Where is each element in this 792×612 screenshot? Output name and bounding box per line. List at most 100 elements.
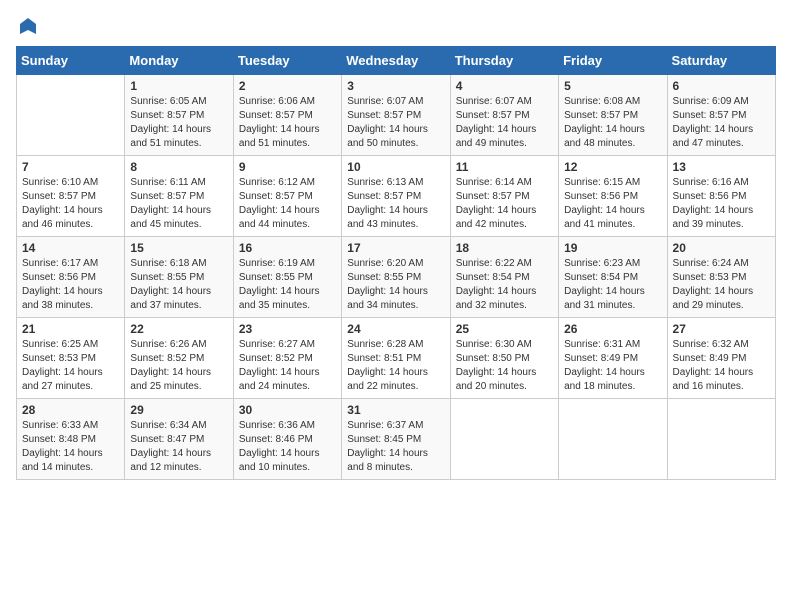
day-number: 27 [673,322,770,336]
day-number: 23 [239,322,336,336]
calendar-cell: 11 Sunrise: 6:14 AMSunset: 8:57 PMDayligh… [450,156,558,237]
calendar-cell: 22 Sunrise: 6:26 AMSunset: 8:52 PMDayligh… [125,318,233,399]
calendar-cell: 20Sunrise: 6:24 AMSunset: 8:53 PMDayligh… [667,237,775,318]
day-detail: Sunrise: 6:11 AMSunset: 8:57 PMDaylight:… [130,176,227,232]
day-detail: Sunrise: 6:27 AMSunset: 8:52 PMDaylight:… [239,338,336,394]
calendar-cell: 27 Sunrise: 6:32 AMSunset: 8:49 PMDayligh… [667,318,775,399]
days-of-week-row: SundayMondayTuesdayWednesdayThursdayFrid… [17,47,776,75]
calendar-cell: 4Sunrise: 6:07 AMSunset: 8:57 PMDaylight… [450,75,558,156]
day-number: 20 [673,241,770,255]
day-number: 29 [130,403,227,417]
day-number: 24 [347,322,444,336]
calendar-cell: 15 Sunrise: 6:18 AMSunset: 8:55 PMDayligh… [125,237,233,318]
day-detail: Sunrise: 6:30 AMSunset: 8:50 PMDaylight:… [456,338,553,394]
day-number: 30 [239,403,336,417]
day-number: 12 [564,160,661,174]
calendar-cell: 3Sunrise: 6:07 AMSunset: 8:57 PMDaylight… [342,75,450,156]
day-detail: Sunrise: 6:36 AMSunset: 8:46 PMDaylight:… [239,419,336,475]
day-number: 9 [239,160,336,174]
calendar-header: SundayMondayTuesdayWednesdayThursdayFrid… [17,47,776,75]
calendar-cell: 6 Sunrise: 6:09 AMSunset: 8:57 PMDaylight… [667,75,775,156]
calendar-table: SundayMondayTuesdayWednesdayThursdayFrid… [16,46,776,480]
calendar-week-2: 7 Sunrise: 6:10 AMSunset: 8:57 PMDaylight… [17,156,776,237]
calendar-cell: 21 Sunrise: 6:25 AMSunset: 8:53 PMDayligh… [17,318,125,399]
calendar-cell: 19Sunrise: 6:23 AMSunset: 8:54 PMDayligh… [559,237,667,318]
day-number: 8 [130,160,227,174]
logo-icon [18,16,38,36]
calendar-week-4: 21 Sunrise: 6:25 AMSunset: 8:53 PMDayligh… [17,318,776,399]
logo [16,16,38,36]
day-detail: Sunrise: 6:15 AMSunset: 8:56 PMDaylight:… [564,176,661,232]
day-detail: Sunrise: 6:10 AMSunset: 8:57 PMDaylight:… [22,176,119,232]
calendar-cell [559,399,667,480]
day-number: 3 [347,79,444,93]
calendar-cell: 1Sunrise: 6:05 AMSunset: 8:57 PMDaylight… [125,75,233,156]
day-number: 28 [22,403,119,417]
day-of-week-friday: Friday [559,47,667,75]
calendar-cell: 26 Sunrise: 6:31 AMSunset: 8:49 PMDayligh… [559,318,667,399]
day-number: 7 [22,160,119,174]
page-header [16,16,776,36]
calendar-cell: 23 Sunrise: 6:27 AMSunset: 8:52 PMDayligh… [233,318,341,399]
day-detail: Sunrise: 6:37 AMSunset: 8:45 PMDaylight:… [347,419,444,475]
day-detail: Sunrise: 6:16 AMSunset: 8:56 PMDaylight:… [673,176,770,232]
calendar-body: 1Sunrise: 6:05 AMSunset: 8:57 PMDaylight… [17,75,776,480]
day-detail: Sunrise: 6:32 AMSunset: 8:49 PMDaylight:… [673,338,770,394]
calendar-cell: 10Sunrise: 6:13 AMSunset: 8:57 PMDayligh… [342,156,450,237]
day-detail: Sunrise: 6:06 AMSunset: 8:57 PMDaylight:… [239,95,336,151]
calendar-cell: 24 Sunrise: 6:28 AMSunset: 8:51 PMDayligh… [342,318,450,399]
day-number: 21 [22,322,119,336]
day-detail: Sunrise: 6:18 AMSunset: 8:55 PMDaylight:… [130,257,227,313]
calendar-cell: 9 Sunrise: 6:12 AMSunset: 8:57 PMDaylight… [233,156,341,237]
day-detail: Sunrise: 6:14 AMSunset: 8:57 PMDaylight:… [456,176,553,232]
calendar-week-1: 1Sunrise: 6:05 AMSunset: 8:57 PMDaylight… [17,75,776,156]
day-detail: Sunrise: 6:33 AMSunset: 8:48 PMDaylight:… [22,419,119,475]
calendar-cell: 14 Sunrise: 6:17 AMSunset: 8:56 PMDayligh… [17,237,125,318]
day-number: 16 [239,241,336,255]
day-number: 14 [22,241,119,255]
day-of-week-monday: Monday [125,47,233,75]
day-number: 17 [347,241,444,255]
day-detail: Sunrise: 6:20 AMSunset: 8:55 PMDaylight:… [347,257,444,313]
day-number: 22 [130,322,227,336]
day-detail: Sunrise: 6:26 AMSunset: 8:52 PMDaylight:… [130,338,227,394]
day-detail: Sunrise: 6:25 AMSunset: 8:53 PMDaylight:… [22,338,119,394]
day-number: 26 [564,322,661,336]
calendar-cell: 13 Sunrise: 6:16 AMSunset: 8:56 PMDayligh… [667,156,775,237]
day-detail: Sunrise: 6:22 AMSunset: 8:54 PMDaylight:… [456,257,553,313]
day-number: 4 [456,79,553,93]
day-number: 25 [456,322,553,336]
calendar-week-5: 28 Sunrise: 6:33 AMSunset: 8:48 PMDayligh… [17,399,776,480]
day-detail: Sunrise: 6:31 AMSunset: 8:49 PMDaylight:… [564,338,661,394]
calendar-cell [17,75,125,156]
day-of-week-wednesday: Wednesday [342,47,450,75]
day-of-week-thursday: Thursday [450,47,558,75]
calendar-cell: 7 Sunrise: 6:10 AMSunset: 8:57 PMDaylight… [17,156,125,237]
calendar-cell: 25 Sunrise: 6:30 AMSunset: 8:50 PMDayligh… [450,318,558,399]
calendar-cell: 12 Sunrise: 6:15 AMSunset: 8:56 PMDayligh… [559,156,667,237]
calendar-cell: 30 Sunrise: 6:36 AMSunset: 8:46 PMDayligh… [233,399,341,480]
day-detail: Sunrise: 6:09 AMSunset: 8:57 PMDaylight:… [673,95,770,151]
day-number: 13 [673,160,770,174]
calendar-cell: 18Sunrise: 6:22 AMSunset: 8:54 PMDayligh… [450,237,558,318]
day-number: 19 [564,241,661,255]
day-detail: Sunrise: 6:17 AMSunset: 8:56 PMDaylight:… [22,257,119,313]
day-number: 6 [673,79,770,93]
day-of-week-tuesday: Tuesday [233,47,341,75]
day-number: 11 [456,160,553,174]
day-number: 31 [347,403,444,417]
day-detail: Sunrise: 6:19 AMSunset: 8:55 PMDaylight:… [239,257,336,313]
calendar-cell: 31 Sunrise: 6:37 AMSunset: 8:45 PMDayligh… [342,399,450,480]
day-detail: Sunrise: 6:12 AMSunset: 8:57 PMDaylight:… [239,176,336,232]
day-detail: Sunrise: 6:08 AMSunset: 8:57 PMDaylight:… [564,95,661,151]
day-number: 1 [130,79,227,93]
day-detail: Sunrise: 6:13 AMSunset: 8:57 PMDaylight:… [347,176,444,232]
calendar-cell: 2Sunrise: 6:06 AMSunset: 8:57 PMDaylight… [233,75,341,156]
day-of-week-sunday: Sunday [17,47,125,75]
calendar-cell: 8 Sunrise: 6:11 AMSunset: 8:57 PMDaylight… [125,156,233,237]
calendar-cell: 16 Sunrise: 6:19 AMSunset: 8:55 PMDayligh… [233,237,341,318]
day-detail: Sunrise: 6:28 AMSunset: 8:51 PMDaylight:… [347,338,444,394]
calendar-cell: 17 Sunrise: 6:20 AMSunset: 8:55 PMDayligh… [342,237,450,318]
day-number: 15 [130,241,227,255]
calendar-cell [450,399,558,480]
